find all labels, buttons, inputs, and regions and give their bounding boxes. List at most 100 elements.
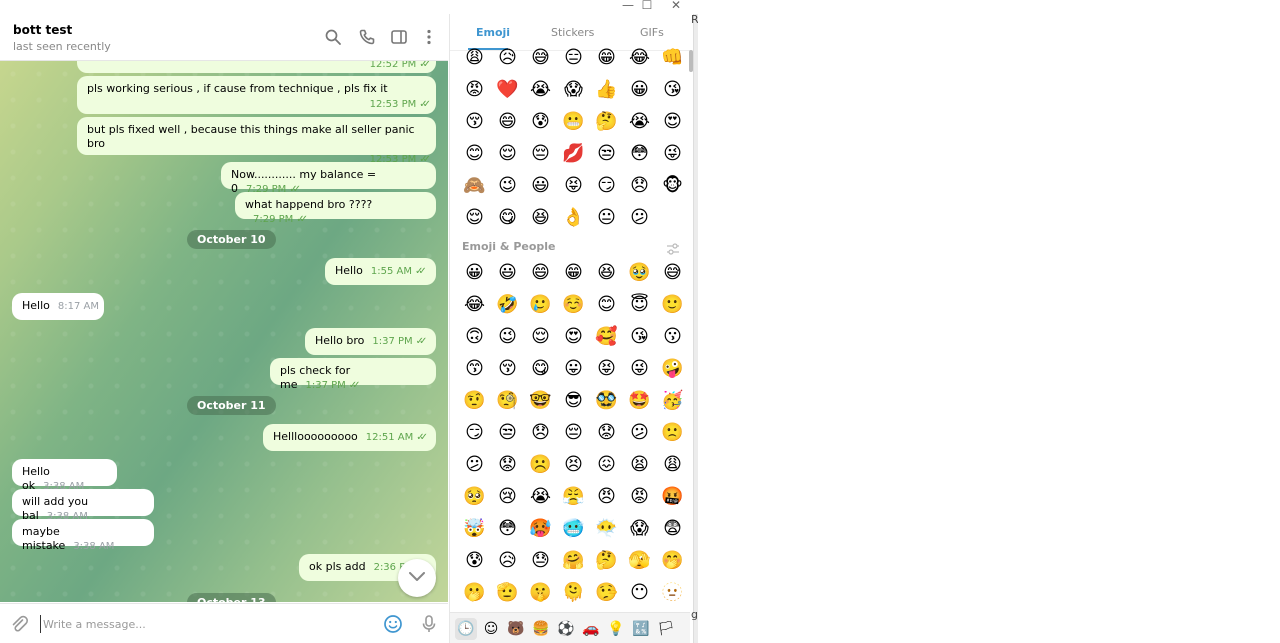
emoji-button[interactable]: 😚 xyxy=(491,355,524,387)
message-outgoing[interactable]: what happend bro ???? 7:29 PM ✓✓ xyxy=(235,192,436,225)
message-incoming[interactable]: Hello ok 3:38 AM xyxy=(12,459,117,492)
emoji-button[interactable]: 🥰 xyxy=(590,323,623,355)
emoji-button[interactable]: 🥶 xyxy=(557,515,590,547)
chat-header[interactable]: bott test last seen recently xyxy=(0,14,448,61)
emoji-button[interactable]: 😕 xyxy=(623,419,656,451)
emoji-button[interactable]: 😭 xyxy=(524,76,557,108)
close-button[interactable]: ✕ xyxy=(666,0,686,12)
emoji-button[interactable]: 😚 xyxy=(458,108,491,140)
emoji-button[interactable]: 😑 xyxy=(557,44,590,76)
emoji-button[interactable]: 😂 xyxy=(458,291,491,323)
emoji-button[interactable]: 😙 xyxy=(458,355,491,387)
emoji-button[interactable]: 😶‍🌫️ xyxy=(590,515,623,547)
scroll-down-button[interactable] xyxy=(398,559,436,597)
emoji-button[interactable]: 🫣 xyxy=(623,547,656,579)
emoji-button[interactable]: 😀 xyxy=(458,259,491,291)
emoji-button[interactable]: ☺️ xyxy=(557,291,590,323)
emoji-button[interactable]: 😄 xyxy=(524,259,557,291)
emoji-category-flags-icon[interactable]: 🏳 xyxy=(655,618,677,640)
emoji-button[interactable]: 😍 xyxy=(656,108,689,140)
emoji-button[interactable]: 😍 xyxy=(557,323,590,355)
emoji-button[interactable]: 😌 xyxy=(524,323,557,355)
microphone-icon[interactable] xyxy=(419,614,439,634)
emoji-button[interactable]: 😌 xyxy=(458,204,491,236)
emoji-button[interactable]: 😋 xyxy=(491,204,524,236)
attach-icon[interactable] xyxy=(9,614,29,634)
emoji-button[interactable]: 🤨 xyxy=(458,387,491,419)
emoji-button[interactable]: 😔 xyxy=(524,140,557,172)
message-outgoing[interactable]: Helllooooooooo 12:51 AM ✓✓ xyxy=(263,424,436,451)
emoji-button[interactable]: 😌 xyxy=(491,140,524,172)
emoji-button[interactable]: 👌 xyxy=(557,204,590,236)
emoji-button[interactable]: 😃 xyxy=(524,172,557,204)
emoji-button[interactable]: 😔 xyxy=(557,419,590,451)
emoji-button[interactable]: 🙁 xyxy=(656,419,689,451)
emoji-button[interactable]: 😩 xyxy=(656,451,689,483)
emoji-button[interactable]: 😠 xyxy=(590,483,623,515)
message-outgoing[interactable]: pls check for me 1:37 PM ✓✓ xyxy=(270,358,436,391)
emoji-button[interactable]: 🤬 xyxy=(656,483,689,515)
emoji-button[interactable]: 😣 xyxy=(557,451,590,483)
emoji-button[interactable]: 🫥 xyxy=(656,579,689,611)
emoji-button[interactable]: 😗 xyxy=(656,323,689,355)
emoji-button[interactable]: 😓 xyxy=(524,547,557,579)
emoji-settings-icon[interactable] xyxy=(666,243,680,258)
emoji-button[interactable]: ❤️ xyxy=(491,76,524,108)
emoji-button[interactable]: 🥸 xyxy=(590,387,623,419)
emoji-button[interactable]: 😖 xyxy=(590,451,623,483)
emoji-button[interactable]: 🤥 xyxy=(590,579,623,611)
emoji-button[interactable]: 😋 xyxy=(524,355,557,387)
emoji-button[interactable]: 🥺 xyxy=(458,483,491,515)
emoji-button[interactable]: 🤪 xyxy=(656,355,689,387)
emoji-button[interactable]: 🥲 xyxy=(524,291,557,323)
emoji-button[interactable]: 🤫 xyxy=(524,579,557,611)
emoji-button[interactable]: 😭 xyxy=(623,108,656,140)
emoji-button[interactable]: 😒 xyxy=(491,419,524,451)
emoji-button[interactable]: 😟 xyxy=(491,451,524,483)
emoji-button[interactable]: 🤩 xyxy=(623,387,656,419)
emoji-button[interactable]: 😩 xyxy=(458,44,491,76)
emoji-button[interactable]: 😳 xyxy=(623,140,656,172)
minimize-button[interactable]: — xyxy=(618,0,638,12)
emoji-button[interactable]: 😳 xyxy=(491,515,524,547)
emoji-button[interactable]: 😝 xyxy=(590,355,623,387)
emoji-button[interactable]: 😝 xyxy=(557,172,590,204)
emoji-button[interactable]: 😒 xyxy=(590,140,623,172)
emoji-category-recent-icon[interactable]: 🕒 xyxy=(455,618,477,640)
maximize-button[interactable]: ☐ xyxy=(637,0,657,12)
message-incoming[interactable]: maybe mistake 3:38 AM xyxy=(12,519,154,552)
emoji-button[interactable]: 😄 xyxy=(491,108,524,140)
message-outgoing[interactable]: Hello 1:55 AM ✓✓ xyxy=(325,258,436,285)
emoji-button[interactable]: 😰 xyxy=(524,108,557,140)
emoji-button[interactable]: 🥳 xyxy=(656,387,689,419)
message-incoming[interactable]: Hello 8:17 AM xyxy=(12,293,104,320)
emoji-button[interactable]: 😟 xyxy=(590,419,623,451)
emoji-button[interactable]: 😜 xyxy=(656,140,689,172)
message-outgoing[interactable]: Hello bro 1:37 PM ✓✓ xyxy=(305,328,436,355)
emoji-button[interactable]: 🐵 xyxy=(656,172,689,204)
emoji-button[interactable]: 🫢 xyxy=(458,579,491,611)
emoji-button[interactable]: 😢 xyxy=(491,483,524,515)
chat-title[interactable]: bott test xyxy=(13,23,72,37)
emoji-button[interactable]: 😉 xyxy=(491,323,524,355)
message-outgoing[interactable]: Now............ my balance = 0 7:29 PM ✓✓ xyxy=(221,162,436,195)
emoji-button[interactable]: 😞 xyxy=(623,172,656,204)
message-outgoing[interactable]: 12:52 PM ✓✓ xyxy=(77,61,436,73)
emoji-button[interactable]: 😞 xyxy=(524,419,557,451)
emoji-category-food-icon[interactable]: 🍔 xyxy=(530,618,552,640)
emoji-button[interactable]: 😆 xyxy=(590,259,623,291)
emoji-button[interactable]: 😁 xyxy=(590,44,623,76)
emoji-button[interactable]: 😱 xyxy=(557,76,590,108)
tab-stickers[interactable]: Stickers xyxy=(551,26,594,39)
emoji-category-animals-icon[interactable]: 🐻 xyxy=(505,618,527,640)
message-input[interactable] xyxy=(40,615,363,633)
message-outgoing[interactable]: but pls fixed well , because this things… xyxy=(77,117,436,165)
tab-emoji[interactable]: Emoji xyxy=(476,26,510,39)
emoji-button[interactable]: 😅 xyxy=(656,259,689,291)
emoji-button[interactable]: 🤗 xyxy=(557,547,590,579)
emoji-button[interactable]: 😊 xyxy=(458,140,491,172)
emoji-button[interactable]: 😏 xyxy=(590,172,623,204)
emoji-button[interactable]: 😡 xyxy=(458,76,491,108)
emoji-button[interactable]: 😘 xyxy=(656,76,689,108)
emoji-button[interactable]: 😏 xyxy=(458,419,491,451)
